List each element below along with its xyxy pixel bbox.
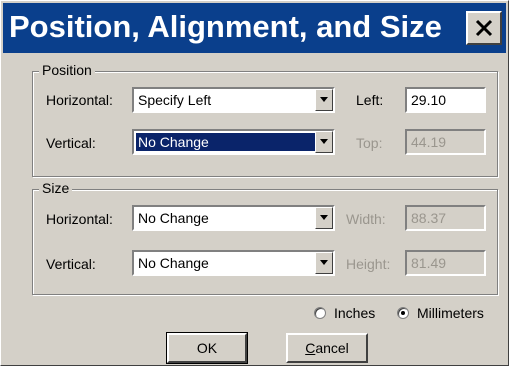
millimeters-radio[interactable] xyxy=(397,307,409,319)
size-horizontal-value: No Change xyxy=(138,210,209,226)
size-vertical-select[interactable]: No Change xyxy=(132,250,335,276)
size-vertical-label: Vertical: xyxy=(46,256,96,272)
position-vertical-dropdown-button[interactable] xyxy=(315,131,333,153)
position-vertical-value: No Change xyxy=(135,132,319,152)
ok-button-label: OK xyxy=(196,340,218,356)
dialog-title: Position, Alignment, and Size xyxy=(9,9,442,44)
position-vertical-label: Vertical: xyxy=(46,135,96,151)
height-input[interactable]: 81.49 xyxy=(405,250,486,276)
top-label: Top: xyxy=(356,135,383,151)
position-alignment-size-dialog: Position, Alignment, and Size Position H… xyxy=(0,0,509,366)
millimeters-label[interactable]: Millimeters xyxy=(417,305,484,321)
chevron-down-icon xyxy=(320,97,328,102)
chevron-down-icon xyxy=(320,260,328,265)
left-label: Left: xyxy=(356,92,384,108)
size-horizontal-label: Horizontal: xyxy=(46,211,113,227)
top-input[interactable]: 44.19 xyxy=(405,129,486,155)
size-group-label: Size xyxy=(39,180,73,196)
cancel-mnemonic: C xyxy=(305,340,316,356)
ok-button[interactable]: OK xyxy=(166,332,248,364)
chevron-down-icon xyxy=(320,139,328,144)
position-horizontal-value: Specify Left xyxy=(138,92,212,108)
width-label: Width: xyxy=(346,211,386,227)
chevron-down-icon xyxy=(320,215,328,220)
inches-radio[interactable] xyxy=(314,307,326,319)
inches-label[interactable]: Inches xyxy=(334,305,375,321)
width-input[interactable]: 88.37 xyxy=(405,205,486,231)
height-label: Height: xyxy=(346,256,391,272)
cancel-button[interactable]: Cancel xyxy=(286,333,368,363)
left-input[interactable]: 29.10 xyxy=(405,87,486,113)
position-group-label: Position xyxy=(39,62,95,78)
size-horizontal-select[interactable]: No Change xyxy=(132,205,335,231)
size-horizontal-dropdown-button[interactable] xyxy=(315,207,333,229)
cancel-button-label: ancel xyxy=(315,340,349,356)
position-horizontal-select[interactable]: Specify Left xyxy=(132,87,335,113)
position-horizontal-dropdown-button[interactable] xyxy=(315,89,333,111)
position-vertical-select[interactable]: No Change xyxy=(132,129,335,155)
size-vertical-dropdown-button[interactable] xyxy=(315,252,333,274)
title-bar: Position, Alignment, and Size xyxy=(3,3,506,53)
close-button[interactable] xyxy=(466,11,502,45)
position-horizontal-label: Horizontal: xyxy=(46,92,113,108)
size-vertical-value: No Change xyxy=(138,255,209,271)
close-icon xyxy=(475,19,493,37)
